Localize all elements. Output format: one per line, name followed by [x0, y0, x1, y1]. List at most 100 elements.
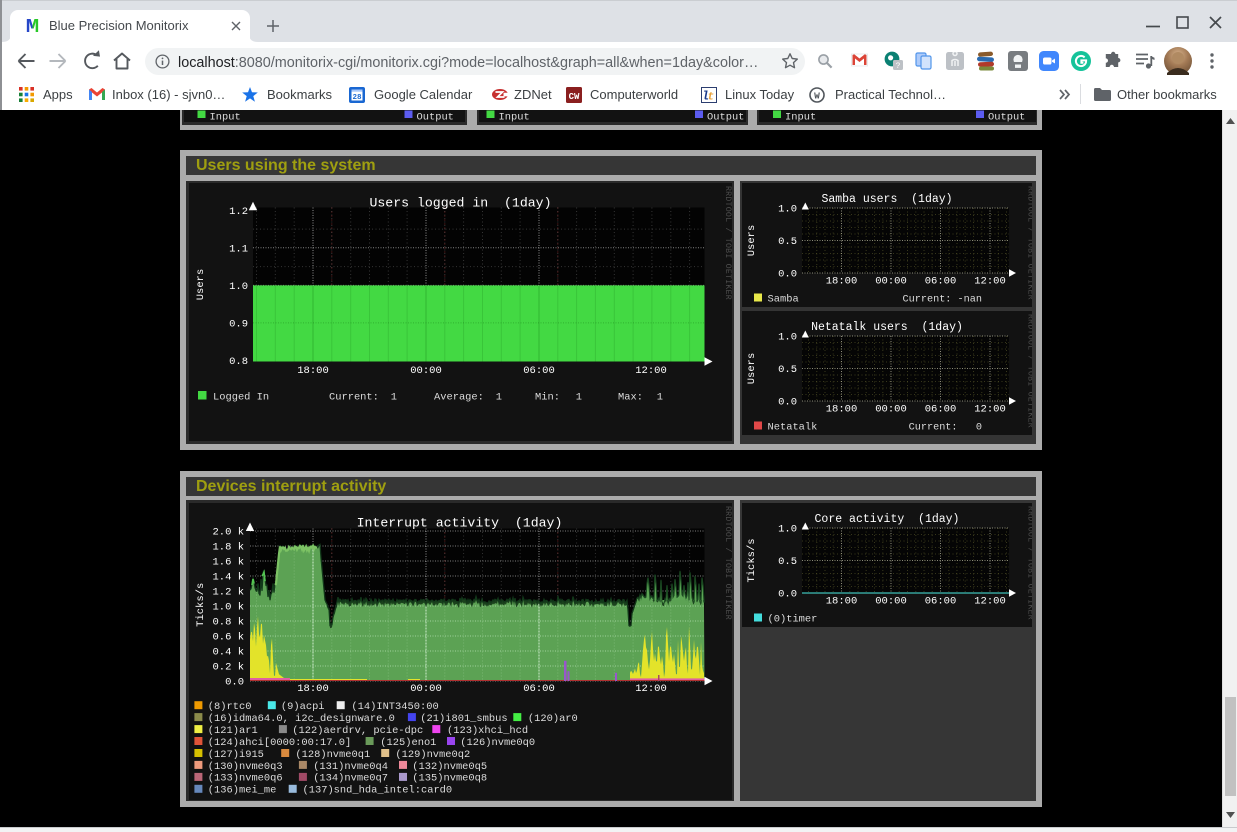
- svg-text:1.0 k: 1.0 k: [212, 602, 244, 614]
- svg-text:0.6 k: 0.6 k: [212, 632, 244, 644]
- svg-text:(129)nvme0q2: (129)nvme0q2: [395, 749, 470, 761]
- svg-text:(120)ar0: (120)ar0: [528, 713, 578, 725]
- svg-text:Ticks/s: Ticks/s: [195, 583, 207, 627]
- svg-text:Input: Input: [210, 112, 241, 123]
- svg-text:Current: 0: Current: 0: [909, 423, 982, 434]
- svg-text:t: t: [707, 92, 714, 104]
- svg-text:00:00: 00:00: [875, 404, 907, 416]
- svg-text:0.0: 0.0: [778, 269, 797, 281]
- svg-text:1: 1: [576, 392, 582, 404]
- svg-text:18:00: 18:00: [826, 404, 858, 416]
- svg-text:12:00: 12:00: [635, 683, 667, 695]
- svg-text:06:00: 06:00: [925, 276, 957, 288]
- svg-text:1.2: 1.2: [229, 206, 248, 218]
- svg-text:12:00: 12:00: [974, 276, 1006, 288]
- svg-text:18:00: 18:00: [297, 683, 329, 695]
- svg-text:Current: -nan: Current: -nan: [903, 295, 982, 306]
- svg-text:1: 1: [657, 392, 663, 404]
- svg-text:(130)nvme0q3: (130)nvme0q3: [208, 761, 283, 773]
- svg-text:RRDTOOL / TOBI OETIKER: RRDTOOL / TOBI OETIKER: [1026, 506, 1033, 620]
- svg-text:Netatalk users (1day): Netatalk users (1day): [811, 321, 963, 334]
- svg-text:RRDTOOL / TOBI OETIKER: RRDTOOL / TOBI OETIKER: [1026, 186, 1033, 300]
- svg-text:Netatalk: Netatalk: [768, 422, 818, 434]
- svg-text:(14)INT3450:00: (14)INT3450:00: [351, 701, 438, 713]
- svg-text:(21)i801_smbus: (21)i801_smbus: [420, 713, 507, 725]
- svg-text:RRDTOOL / TOBI OETIKER: RRDTOOL / TOBI OETIKER: [723, 506, 732, 620]
- svg-text:(136)mei_me: (136)mei_me: [208, 785, 277, 797]
- svg-text:1.8 k: 1.8 k: [212, 542, 244, 554]
- svg-text:(134)nvme0q7: (134)nvme0q7: [313, 773, 388, 785]
- svg-text:18:00: 18:00: [826, 276, 858, 288]
- svg-text:28: 28: [352, 94, 362, 102]
- svg-text:0.0: 0.0: [778, 589, 797, 601]
- svg-text:1.1: 1.1: [229, 243, 248, 255]
- svg-text:(128)nvme0q1: (128)nvme0q1: [295, 749, 370, 761]
- svg-text:Output: Output: [417, 112, 454, 123]
- svg-text:06:00: 06:00: [925, 404, 957, 416]
- svg-text:1: 1: [391, 392, 397, 404]
- svg-text:Input: Input: [785, 112, 816, 123]
- svg-text:Samba users (1day): Samba users (1day): [821, 193, 952, 206]
- svg-text:Core activity (1day): Core activity (1day): [815, 513, 960, 526]
- svg-text:(0)timer: (0)timer: [768, 614, 818, 626]
- svg-text:(135)nvme0q8: (135)nvme0q8: [412, 773, 487, 785]
- svg-text:Input: Input: [499, 112, 530, 123]
- svg-text:12:00: 12:00: [974, 596, 1006, 608]
- svg-text:1.6 k: 1.6 k: [212, 557, 244, 569]
- svg-text:(16)idma64.0, i2c_designware.0: (16)idma64.0, i2c_designware.0: [208, 713, 395, 725]
- svg-text:RRDTOOL / TOBI OETIKER: RRDTOOL / TOBI OETIKER: [723, 186, 732, 300]
- svg-text:18:00: 18:00: [297, 365, 329, 377]
- svg-text:06:00: 06:00: [523, 365, 555, 377]
- svg-text:(123)xhci_hcd: (123)xhci_hcd: [447, 725, 528, 737]
- svg-text:Users: Users: [746, 353, 758, 385]
- svg-text:Current:: Current:: [329, 392, 379, 404]
- svg-text:(133)nvme0q6: (133)nvme0q6: [208, 773, 283, 785]
- svg-text:(121)ar1: (121)ar1: [208, 725, 258, 737]
- svg-text:18:00: 18:00: [826, 596, 858, 608]
- svg-text:Max:: Max:: [618, 392, 643, 404]
- svg-text:Users: Users: [195, 269, 207, 301]
- svg-text:Ticks/s: Ticks/s: [746, 538, 758, 582]
- svg-text:(124)ahci[0000:00:17.0]: (124)ahci[0000:00:17.0]: [208, 737, 351, 749]
- svg-text:(8)rtc0: (8)rtc0: [208, 701, 252, 713]
- svg-text:Output: Output: [988, 112, 1025, 123]
- svg-text:Min:: Min:: [535, 392, 560, 404]
- svg-text:(137)snd_hda_intel:card0: (137)snd_hda_intel:card0: [303, 785, 453, 797]
- svg-text:1.0: 1.0: [778, 524, 797, 536]
- svg-text:0.0: 0.0: [225, 677, 244, 689]
- svg-text:0.4 k: 0.4 k: [212, 647, 244, 659]
- svg-text:(132)nvme0q5: (132)nvme0q5: [412, 761, 487, 773]
- svg-text:0.8: 0.8: [229, 356, 248, 368]
- svg-text:1: 1: [496, 392, 502, 404]
- svg-text:12:00: 12:00: [635, 365, 667, 377]
- svg-text:(126)nvme0q0: (126)nvme0q0: [460, 737, 535, 749]
- svg-text:CW: CW: [569, 92, 580, 102]
- svg-text:(127)i915: (127)i915: [208, 749, 264, 761]
- svg-text:Output: Output: [707, 112, 744, 123]
- svg-text:00:00: 00:00: [410, 683, 442, 695]
- svg-text:1.0: 1.0: [778, 204, 797, 216]
- svg-text:Samba: Samba: [768, 294, 799, 306]
- svg-text:Users logged in (1day): Users logged in (1day): [369, 196, 551, 211]
- svg-text:1.4 k: 1.4 k: [212, 572, 244, 584]
- svg-text:0.9: 0.9: [229, 319, 248, 331]
- svg-text:0.2 k: 0.2 k: [212, 662, 244, 674]
- svg-text:(125)eno1: (125)eno1: [380, 737, 436, 749]
- svg-text:W: W: [814, 91, 820, 102]
- svg-text:0.0: 0.0: [778, 397, 797, 409]
- svg-text:06:00: 06:00: [925, 596, 957, 608]
- svg-text:RRDTOOL / TOBI OETIKER: RRDTOOL / TOBI OETIKER: [1026, 314, 1033, 428]
- svg-text:0.5: 0.5: [778, 556, 797, 568]
- svg-text:0.8 k: 0.8 k: [212, 617, 244, 629]
- svg-text:(9)acpi: (9)acpi: [281, 701, 325, 713]
- svg-text:Logged In: Logged In: [213, 392, 269, 404]
- svg-text:0.5: 0.5: [778, 236, 797, 248]
- svg-text:Interrupt activity (1day): Interrupt activity (1day): [357, 516, 563, 531]
- svg-text:1.2 k: 1.2 k: [212, 587, 244, 599]
- svg-text:2.0 k: 2.0 k: [212, 527, 244, 539]
- svg-text:1.0: 1.0: [229, 281, 248, 293]
- svg-text:06:00: 06:00: [523, 683, 555, 695]
- svg-text:(122)aerdrv, pcie-dpc: (122)aerdrv, pcie-dpc: [292, 725, 423, 737]
- svg-text:00:00: 00:00: [875, 276, 907, 288]
- svg-text:?: ?: [896, 62, 901, 71]
